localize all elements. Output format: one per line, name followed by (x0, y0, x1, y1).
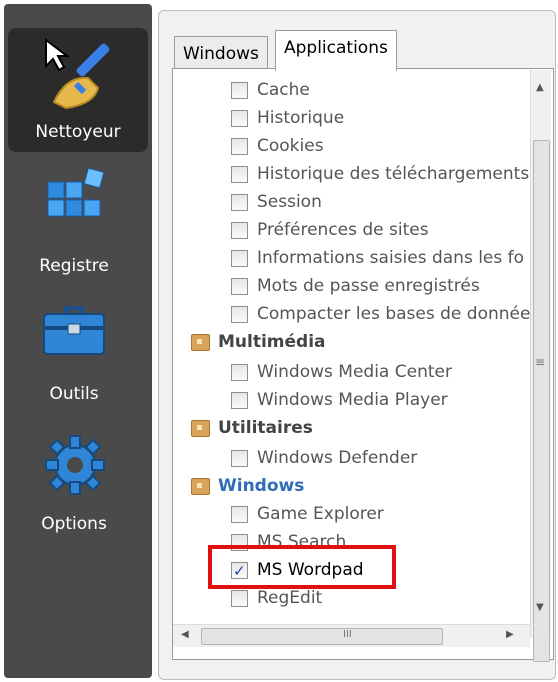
grip-icon: III (343, 629, 352, 640)
horizontal-scrollbar[interactable]: ◀ III ▶ (173, 624, 530, 647)
scroll-up-arrow-icon[interactable]: ▲ (536, 82, 544, 93)
tab-applications[interactable]: Applications (275, 30, 397, 71)
annotation-highlight-box (208, 545, 396, 589)
sidebar-item-label: Nettoyeur (35, 122, 121, 142)
sidebar-item-options[interactable]: Options (0, 428, 148, 544)
sidebar-item-label: Outils (49, 384, 99, 404)
sidebar-item-registre[interactable]: Registre (0, 164, 148, 284)
scroll-thumb[interactable] (201, 628, 443, 645)
checkbox[interactable] (231, 450, 248, 467)
sidebar-item-label: Options (41, 514, 107, 534)
checkbox[interactable] (231, 194, 248, 211)
toolbox-icon (43, 306, 105, 355)
scroll-thumb[interactable] (533, 140, 550, 662)
registry-cubes-icon (47, 167, 105, 217)
sidebar-item-label: Registre (39, 256, 109, 276)
broom-icon (45, 37, 110, 110)
tab-windows[interactable]: Windows (174, 36, 268, 71)
checkbox[interactable] (231, 82, 248, 99)
checkbox[interactable] (231, 166, 248, 183)
scroll-down-arrow-icon[interactable]: ▼ (536, 602, 544, 613)
checkbox[interactable] (231, 392, 248, 409)
sidebar-item-outils[interactable]: Outils (0, 296, 148, 412)
gear-icon (45, 435, 105, 495)
checkbox[interactable] (231, 590, 248, 607)
checkbox[interactable] (231, 250, 248, 267)
vertical-scrollbar[interactable]: ▲ ≡ ▼ (530, 70, 551, 662)
folder-icon (191, 420, 210, 437)
grip-icon: ≡ (535, 355, 546, 369)
folder-icon (191, 334, 210, 351)
sidebar-item-nettoyeur[interactable]: Nettoyeur (8, 28, 148, 152)
checkbox[interactable] (231, 306, 248, 323)
scroll-left-arrow-icon[interactable]: ◀ (181, 629, 189, 640)
checkbox[interactable] (231, 222, 248, 239)
checkbox[interactable] (231, 110, 248, 127)
scroll-right-arrow-icon[interactable]: ▶ (506, 629, 514, 640)
checkbox[interactable] (231, 364, 248, 381)
checkbox[interactable] (231, 278, 248, 295)
checkbox[interactable] (231, 506, 248, 523)
checkbox[interactable] (231, 138, 248, 155)
folder-icon (191, 478, 210, 495)
